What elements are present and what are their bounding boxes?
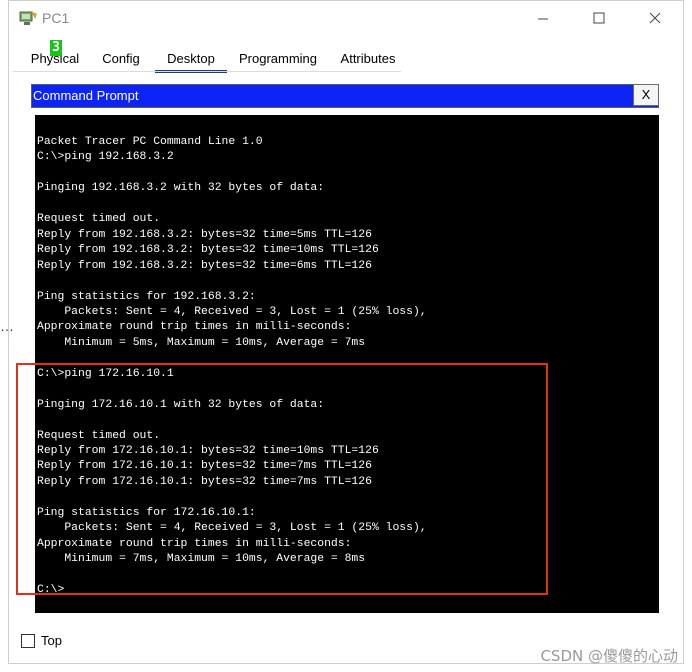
green-badge: 3 <box>50 40 62 56</box>
highlight-annotation-box <box>16 363 548 595</box>
maximize-icon <box>593 12 605 24</box>
minimize-button[interactable] <box>520 1 566 37</box>
tab-programming[interactable]: Programming <box>231 47 325 70</box>
top-checkbox[interactable] <box>21 634 35 648</box>
terminal-line: Reply from 192.168.3.2: bytes=32 time=10… <box>37 244 379 257</box>
title-bar[interactable]: PC1 <box>9 1 683 37</box>
watermark: CSDN @傻傻的心动 <box>540 647 678 665</box>
terminal-line: C:\>ping 192.168.3.2 <box>37 151 174 164</box>
tab-divider <box>13 71 401 72</box>
minimize-icon <box>538 18 548 20</box>
close-button[interactable] <box>632 1 678 37</box>
close-icon <box>649 12 661 24</box>
terminal-line: Approximate round trip times in milli-se… <box>37 321 352 334</box>
tab-attributes[interactable]: Attributes <box>331 47 405 70</box>
terminal-line: Packet Tracer PC Command Line 1.0 <box>37 136 263 148</box>
terminal-line: Pinging 192.168.3.2 with 32 bytes of dat… <box>37 182 325 195</box>
top-checkbox-label: Top <box>41 633 62 648</box>
window-title: PC1 <box>42 10 70 26</box>
terminal-line: Reply from 192.168.3.2: bytes=32 time=5m… <box>37 228 372 241</box>
maximize-button[interactable] <box>576 1 622 37</box>
terminal-line: Ping statistics for 192.168.3.2: <box>37 290 256 303</box>
side-marker: … <box>0 318 14 334</box>
command-prompt-close-button[interactable]: X <box>633 84 659 106</box>
terminal-line: Packets: Sent = 4, Received = 3, Lost = … <box>37 305 427 318</box>
packet-tracer-pc-icon <box>19 11 37 25</box>
tab-bar: Physical Config Desktop Programming Attr… <box>13 47 613 73</box>
terminal-line: Request timed out. <box>37 213 161 226</box>
command-prompt-header: Command Prompt <box>31 84 659 108</box>
terminal-line: Reply from 192.168.3.2: bytes=32 time=6m… <box>37 259 372 272</box>
tab-config[interactable]: Config <box>93 47 149 70</box>
tab-desktop[interactable]: Desktop <box>155 47 227 73</box>
terminal-line: Minimum = 5ms, Maximum = 10ms, Average =… <box>37 336 366 349</box>
command-prompt-title: Command Prompt <box>33 88 139 103</box>
